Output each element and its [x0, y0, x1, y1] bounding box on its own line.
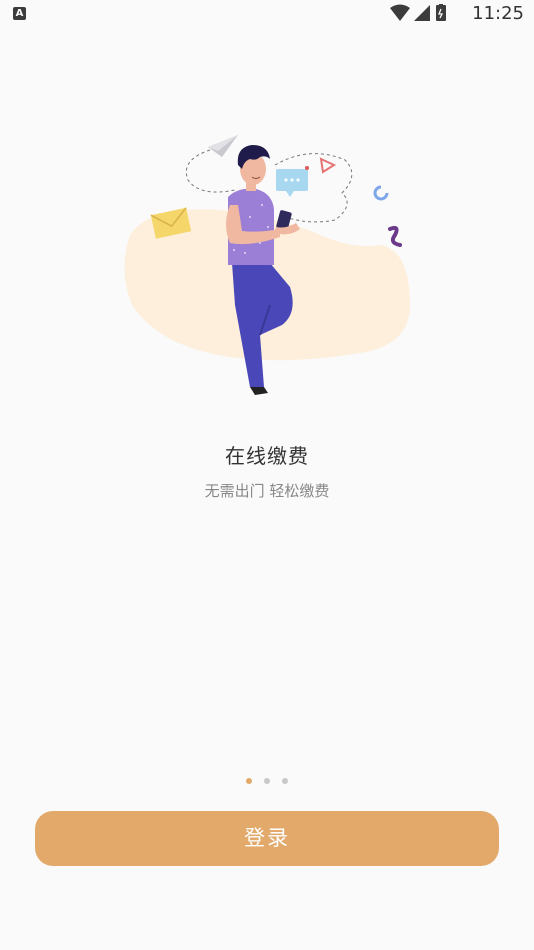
chat-bubble-icon [276, 166, 309, 197]
accessibility-icon: A [13, 7, 26, 20]
ring-icon [373, 185, 389, 201]
status-icons [390, 4, 446, 21]
triangle-icon [319, 157, 337, 174]
squiggle-icon [388, 225, 402, 247]
onboarding-title: 在线缴费 [225, 444, 309, 468]
battery-icon [436, 5, 446, 21]
status-time: 11:25 [472, 3, 524, 24]
cell-signal-icon [414, 5, 430, 21]
onboarding-subtitle: 无需出门 轻松缴费 [204, 482, 330, 500]
onboarding-screen: A 11:25 在线缴费 无需出门 轻松缴费 登录 [0, 0, 534, 950]
paper-plane-icon [208, 135, 238, 157]
page-indicator [0, 778, 534, 784]
page-dot-2 [264, 778, 270, 784]
page-dot-1 [246, 778, 252, 784]
wifi-icon [390, 4, 410, 21]
page-dot-3 [282, 778, 288, 784]
man-with-phone-illustration [124, 135, 410, 395]
status-bar: A 11:25 [0, 0, 534, 28]
login-button[interactable]: 登录 [35, 811, 499, 866]
